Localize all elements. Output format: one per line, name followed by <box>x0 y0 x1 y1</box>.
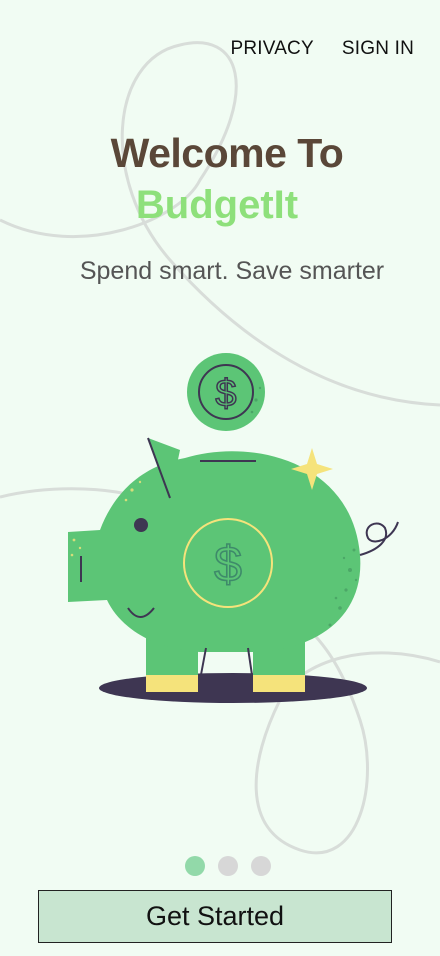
piggy-bank-illustration: $ $ <box>68 353 399 703</box>
welcome-title: Welcome To <box>110 130 344 176</box>
pig-shadow <box>99 673 367 703</box>
belly-dollar-icon: $ <box>214 536 242 592</box>
coin-dollar-icon: $ <box>215 373 236 415</box>
sign-in-link[interactable]: SIGN IN <box>342 38 414 60</box>
page-dot-1[interactable] <box>185 856 205 876</box>
top-navigation: PRIVACY SIGN IN <box>230 38 414 60</box>
brand-name: BudgetIt <box>135 183 299 227</box>
get-started-button[interactable]: Get Started <box>38 890 392 943</box>
page-dot-3[interactable] <box>251 856 271 876</box>
page-dot-2[interactable] <box>218 856 238 876</box>
pig-tail <box>359 521 399 556</box>
pig-eye <box>134 518 148 532</box>
privacy-link[interactable]: PRIVACY <box>230 38 313 60</box>
tagline: Spend smart. Save smarter <box>79 257 385 285</box>
onboarding-pagination <box>185 856 271 876</box>
